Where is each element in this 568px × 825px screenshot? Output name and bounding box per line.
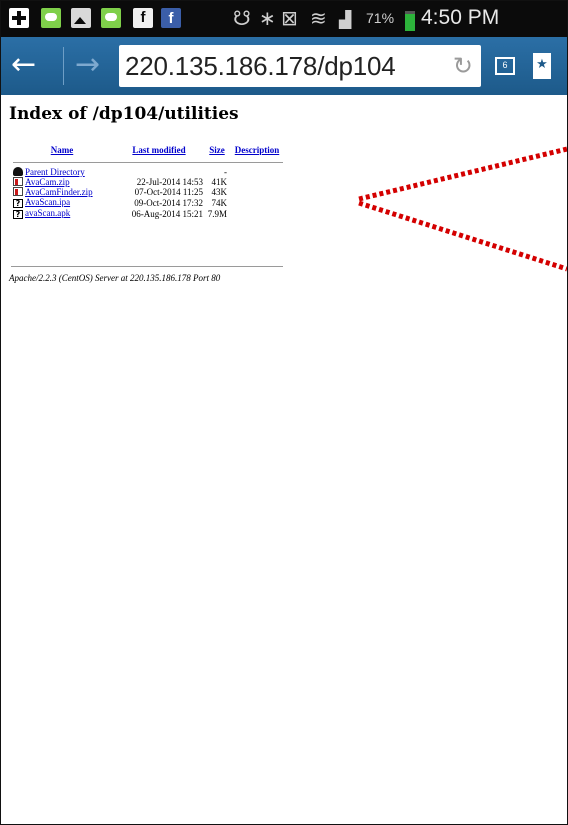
phone-screenshot: f f ☋ ∗ ⊠ ≋ ▟ 71% 4:50 PM ← → 220.135.18… (0, 0, 568, 825)
row-date: 09-Oct-2014 17:32 (134, 197, 203, 208)
forward-arrow-icon[interactable]: → (75, 50, 100, 80)
table-row: Parent Directory - (11, 167, 285, 177)
row-size: 74K (211, 197, 228, 208)
file-table: Name Last modified Size Description Pare… (11, 143, 285, 219)
row-size: - (224, 167, 227, 177)
row-description (229, 177, 285, 187)
eye-icon: ☋ (233, 6, 251, 30)
row-size: 7.9M (207, 208, 227, 219)
chat-icon (41, 8, 61, 28)
annotation-line-upper (358, 146, 567, 202)
back-icon (13, 167, 23, 176)
column-name-header[interactable]: Name (11, 143, 113, 157)
row-description (229, 167, 285, 177)
annotation-line-lower (358, 200, 567, 272)
row-description (229, 197, 285, 208)
battery-icon (405, 11, 415, 31)
table-row: ? AvaScan.ipa 09-Oct-2014 17:32 74K (11, 197, 285, 208)
zip-icon (13, 187, 23, 196)
reload-icon[interactable]: ↻ (453, 54, 473, 78)
bluetooth-icon: ∗ (259, 6, 276, 30)
column-last-modified-header[interactable]: Last modified (113, 143, 205, 157)
file-link[interactable]: AvaScan.ipa (25, 197, 70, 207)
zip-icon (13, 177, 23, 186)
file-link[interactable]: AvaCam.zip (25, 177, 70, 187)
unknown-file-icon: ? (13, 199, 23, 208)
column-size-header[interactable]: Size (205, 143, 229, 157)
url-text[interactable]: 220.135.186.178/dp104 (125, 51, 396, 82)
row-date (113, 167, 205, 177)
server-signature: Apache/2.2.3 (CentOS) Server at 220.135.… (9, 273, 221, 283)
row-date: 07-Oct-2014 11:25 (134, 187, 203, 197)
footer-divider (11, 266, 283, 267)
table-row: ? avaScan.apk 06-Aug-2014 15:21 7.9M (11, 208, 285, 219)
row-description (229, 187, 285, 197)
back-arrow-icon[interactable]: ← (11, 50, 36, 80)
tabs-icon[interactable]: 6 (495, 57, 515, 75)
nfc-icon: ⊠ (281, 6, 298, 30)
facebook-icon: f (133, 8, 153, 28)
file-link[interactable]: avaScan.apk (25, 208, 70, 218)
status-bar: f f ☋ ∗ ⊠ ≋ ▟ 71% 4:50 PM (1, 1, 567, 37)
row-date: 06-Aug-2014 15:21 (131, 208, 203, 219)
directory-listing-page: Index of /dp104/utilities Name Last modi… (9, 103, 559, 283)
signal-icon: ▟ (339, 10, 352, 29)
file-link[interactable]: AvaCamFinder.zip (25, 187, 93, 197)
facebook-icon: f (161, 8, 181, 28)
row-date: 22-Jul-2014 14:53 (136, 177, 203, 187)
battery-percent: 71% (366, 10, 395, 26)
column-description-header[interactable]: Description (229, 143, 285, 157)
plus-icon (9, 8, 29, 28)
row-description (229, 208, 285, 219)
wifi-icon: ≋ (310, 6, 327, 30)
parent-directory-link[interactable]: Parent Directory (25, 167, 85, 177)
gallery-icon (71, 8, 91, 28)
address-bar[interactable]: 220.135.186.178/dp104 ↻ (119, 45, 481, 87)
table-row: AvaCamFinder.zip 07-Oct-2014 11:25 43K (11, 187, 285, 197)
clock: 4:50 PM (421, 6, 500, 29)
browser-toolbar: ← → 220.135.186.178/dp104 ↻ 6 ★ (1, 37, 567, 95)
row-size: 43K (211, 187, 228, 197)
unknown-file-icon: ? (13, 210, 23, 219)
table-header-row: Name Last modified Size Description (11, 143, 285, 157)
bookmark-icon[interactable]: ★ (533, 53, 551, 79)
table-divider (11, 157, 285, 167)
toolbar-divider (63, 47, 64, 85)
page-title: Index of /dp104/utilities (9, 104, 239, 124)
chat-icon (101, 8, 121, 28)
table-row: AvaCam.zip 22-Jul-2014 14:53 41K (11, 177, 285, 187)
row-size: 41K (211, 177, 228, 187)
